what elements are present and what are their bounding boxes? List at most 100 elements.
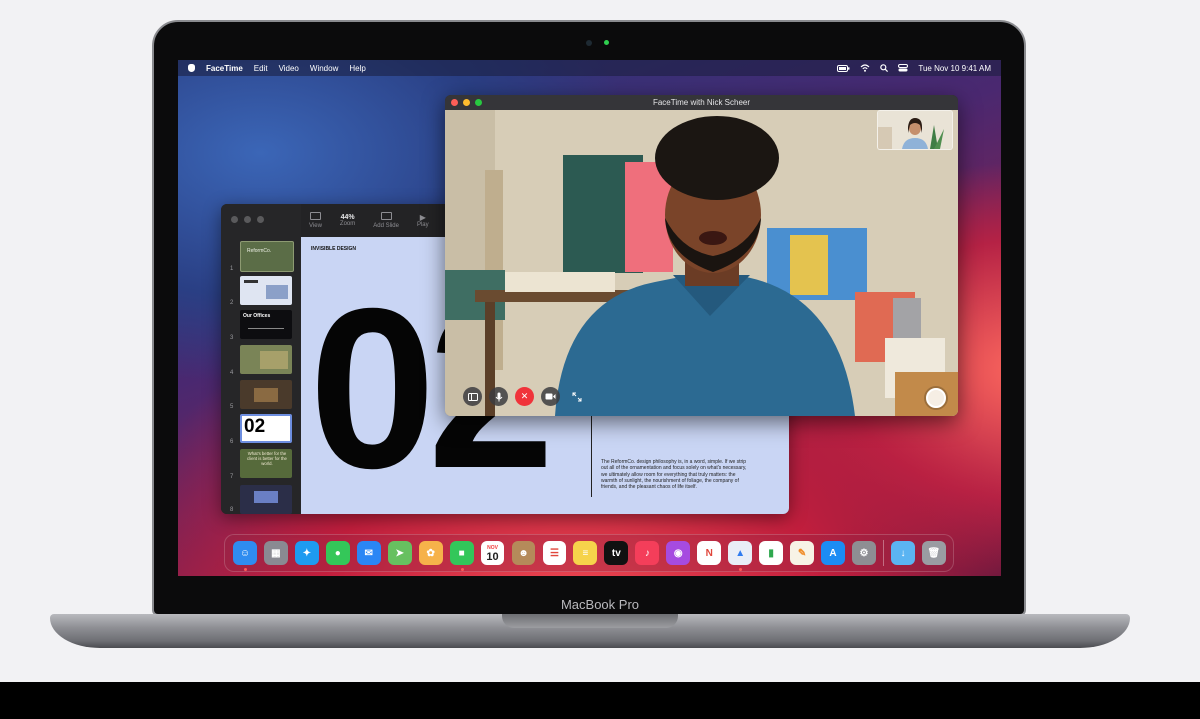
facetime-window[interactable]: FaceTime with Nick Scheer ✕ xyxy=(445,95,958,416)
self-view-preview[interactable] xyxy=(877,110,953,150)
close-window-button[interactable] xyxy=(231,216,238,223)
menu-app-name[interactable]: FaceTime xyxy=(206,64,243,73)
menu-help[interactable]: Help xyxy=(349,64,365,73)
play-button[interactable]: ▶ Play xyxy=(417,204,429,237)
facetime-title: FaceTime with Nick Scheer xyxy=(652,98,751,107)
slide-paragraph: The ReformCo. design philosophy is, in a… xyxy=(601,459,747,491)
keynote-icon[interactable]: ▲ xyxy=(728,541,753,571)
dock-separator xyxy=(883,540,885,566)
minimize-window-button[interactable] xyxy=(244,216,251,223)
view-label: View xyxy=(309,223,322,229)
mute-button[interactable] xyxy=(489,387,508,406)
camera-icon xyxy=(545,393,556,400)
bottom-letterbox xyxy=(0,682,1200,719)
zoom-label: Zoom xyxy=(339,221,356,227)
slide-thumbnail-selected[interactable]: 02 xyxy=(240,414,292,443)
maps-icon[interactable]: ➤ xyxy=(387,541,412,565)
messages-icon[interactable]: ● xyxy=(325,541,350,565)
battery-icon[interactable] xyxy=(837,64,850,72)
system-preferences-icon[interactable]: ⚙ xyxy=(852,541,876,565)
view-icon xyxy=(309,212,321,220)
add-slide-label: Add Slide xyxy=(373,223,399,229)
thumb-number: 2 xyxy=(230,300,234,306)
running-indicator xyxy=(739,568,743,571)
end-call-button[interactable]: ✕ xyxy=(515,387,534,406)
numbers-icon[interactable]: ▮ xyxy=(759,541,784,565)
control-center-icon[interactable] xyxy=(898,64,909,72)
zoom-window-button[interactable] xyxy=(475,99,482,106)
slide-thumbnail[interactable]: What's better for the client is better f… xyxy=(240,449,292,478)
dock: ☺ ▦ ✦ ● ✉ ➤ ✿ ■ NOV 10 ☻ ☰ ≡ tv ♪ ◉ N ▲ ▮ ✎ A ⚙ ↓ 🗑 xyxy=(224,534,954,572)
app-store-icon[interactable]: A xyxy=(821,541,845,565)
view-button[interactable]: View xyxy=(309,204,322,237)
desktop-screen: FaceTime Edit Video Window Help Tue Nov … xyxy=(178,60,1001,576)
end-call-icon: ✕ xyxy=(520,391,529,401)
fullscreen-button[interactable] xyxy=(567,387,586,406)
apple-menu-icon[interactable] xyxy=(188,64,195,72)
self-view-image xyxy=(878,111,952,149)
facetime-icon[interactable]: ■ xyxy=(449,541,474,571)
zoom-control[interactable]: 44% Zoom xyxy=(340,204,355,237)
news-icon[interactable]: N xyxy=(697,541,722,565)
thumb-text: What's better for the client is better f… xyxy=(247,451,287,466)
calendar-icon[interactable]: NOV 10 xyxy=(480,541,505,565)
pages-icon[interactable]: ✎ xyxy=(790,541,815,565)
finder-icon[interactable]: ☺ xyxy=(233,541,257,571)
mute-mic-icon xyxy=(495,392,502,401)
zoom-value: 44% xyxy=(340,214,355,221)
thumb-number: 1 xyxy=(230,266,234,272)
wifi-icon[interactable] xyxy=(860,64,870,72)
music-icon[interactable]: ♪ xyxy=(635,541,660,565)
trash-icon[interactable]: 🗑 xyxy=(921,541,946,565)
sidebar-button[interactable] xyxy=(463,387,482,406)
downloads-folder-icon[interactable]: ↓ xyxy=(891,541,915,565)
lid-notch xyxy=(502,614,678,628)
podcasts-icon[interactable]: ◉ xyxy=(666,541,691,565)
mail-icon[interactable]: ✉ xyxy=(356,541,381,565)
menu-video[interactable]: Video xyxy=(279,64,299,73)
running-indicator xyxy=(460,568,464,571)
slide-thumbnail[interactable] xyxy=(240,276,292,305)
live-photo-shutter-button[interactable] xyxy=(926,388,946,408)
thumb-number: 7 xyxy=(230,474,234,480)
launchpad-icon[interactable]: ▦ xyxy=(263,541,288,565)
spotlight-search-icon[interactable] xyxy=(880,64,889,72)
photos-icon[interactable]: ✿ xyxy=(418,541,443,565)
menu-edit[interactable]: Edit xyxy=(254,64,268,73)
reminders-icon[interactable]: ☰ xyxy=(542,541,567,565)
thumb-text: 02 xyxy=(244,416,266,437)
contacts-icon[interactable]: ☻ xyxy=(511,541,536,565)
minimize-window-button[interactable] xyxy=(463,99,470,106)
zoom-window-button[interactable] xyxy=(257,216,264,223)
running-indicator xyxy=(244,568,247,571)
safari-icon[interactable]: ✦ xyxy=(294,541,319,565)
slide-thumbnail[interactable]: ReformCo. xyxy=(240,241,294,272)
window-controls xyxy=(231,216,264,223)
play-icon: ▶ xyxy=(419,213,426,222)
remote-video-image xyxy=(445,110,958,416)
camera-toggle-button[interactable] xyxy=(541,387,560,406)
add-slide-icon xyxy=(380,212,392,220)
menu-bar: FaceTime Edit Video Window Help Tue Nov … xyxy=(178,60,1001,76)
slide-thumbnail[interactable] xyxy=(240,380,292,409)
fullscreen-icon xyxy=(572,392,581,401)
play-label: Play xyxy=(416,222,429,228)
slide-navigator: 1 ReformCo. 2 3 Our Offices 4 5 6 02 7 W… xyxy=(221,204,301,514)
slide-thumbnail[interactable] xyxy=(240,485,292,514)
calendar-day: 10 xyxy=(486,551,499,563)
camera-indicator-light xyxy=(604,40,609,45)
menu-clock[interactable]: Tue Nov 10 9:41 AM xyxy=(918,64,991,73)
menu-window[interactable]: Window xyxy=(310,64,338,73)
slide-thumbnail[interactable] xyxy=(240,345,292,374)
sidebar-icon xyxy=(467,392,478,401)
facetime-title-bar: FaceTime with Nick Scheer xyxy=(445,95,958,110)
apple-tv-icon[interactable]: tv xyxy=(604,541,629,565)
thumb-number: 8 xyxy=(230,507,234,513)
device-label: MacBook Pro xyxy=(560,597,640,612)
thumb-text: ReformCo. xyxy=(247,248,272,254)
thumb-number: 4 xyxy=(230,370,234,376)
notes-icon[interactable]: ≡ xyxy=(573,541,598,565)
add-slide-button[interactable]: Add Slide xyxy=(373,204,399,237)
close-window-button[interactable] xyxy=(451,99,458,106)
slide-thumbnail[interactable]: Our Offices xyxy=(240,310,292,339)
